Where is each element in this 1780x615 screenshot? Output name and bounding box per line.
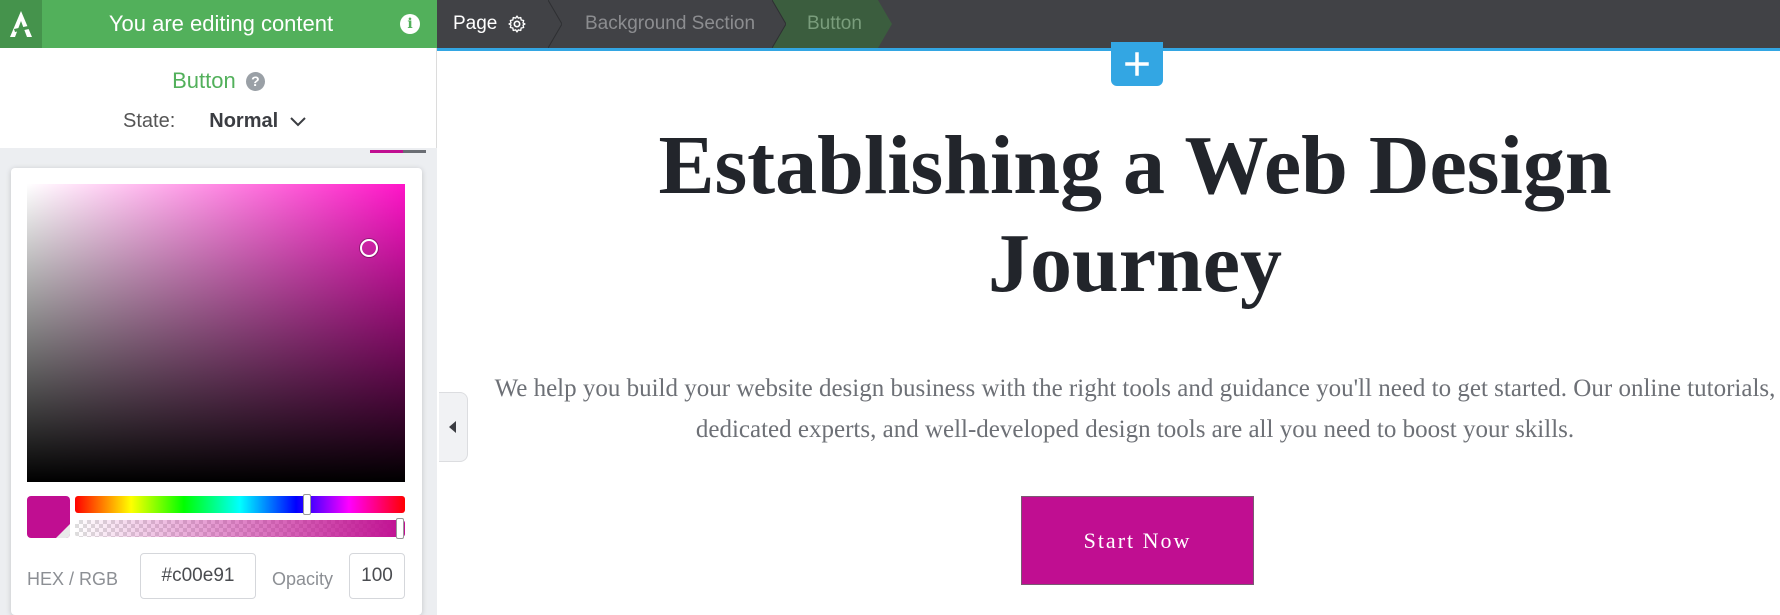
- breadcrumb-separator: [772, 0, 786, 48]
- opacity-input[interactable]: 100: [349, 553, 405, 599]
- breadcrumb-background-section[interactable]: Background Section: [548, 0, 786, 48]
- hue-slider[interactable]: [75, 496, 405, 513]
- panel-tab-indicator: [370, 150, 426, 153]
- opacity-label: Opacity: [272, 569, 334, 589]
- state-label: State:: [123, 110, 176, 132]
- state-selector[interactable]: State: Normal: [123, 110, 306, 133]
- breadcrumb-page-label: Page: [453, 13, 498, 34]
- alpha-slider-handle[interactable]: [396, 518, 404, 539]
- breadcrumb-button[interactable]: Button: [772, 0, 892, 48]
- panel-title-text: Button: [172, 68, 236, 93]
- plus-icon: [1125, 52, 1149, 76]
- breadcrumb-page[interactable]: Page: [437, 0, 562, 48]
- hex-input[interactable]: #c00e91: [140, 553, 256, 599]
- breadcrumb-separator: [878, 0, 892, 48]
- hero-subtext[interactable]: We help you build your website design bu…: [490, 368, 1780, 450]
- info-icon[interactable]: i: [400, 14, 420, 34]
- state-value[interactable]: Normal: [209, 110, 278, 133]
- saturation-handle[interactable]: [360, 239, 378, 257]
- swatch-corner: [56, 524, 70, 538]
- toolbar-accent-line: [437, 48, 1780, 51]
- hex-rgb-label: HEX / RGB: [27, 569, 119, 589]
- settings-panel: Button ? State: Normal HEX / RGB #c00e91…: [0, 48, 437, 615]
- tab-indicator-inactive: [402, 150, 426, 153]
- app-logo[interactable]: [0, 0, 42, 48]
- breadcrumb-background-label: Background Section: [585, 13, 756, 34]
- saturation-value-area[interactable]: [27, 184, 405, 482]
- collapse-panel-button[interactable]: [439, 392, 468, 462]
- color-picker-popup: HEX / RGB #c00e91 Opacity 100: [11, 168, 422, 615]
- help-icon[interactable]: ?: [245, 72, 265, 91]
- alpha-slider[interactable]: [75, 520, 405, 537]
- color-swatch: [27, 496, 70, 538]
- logo-icon: [10, 11, 32, 37]
- breadcrumb-button-label: Button: [807, 13, 862, 34]
- caret-left-icon: [449, 421, 456, 433]
- editing-banner: You are editing content i: [0, 0, 437, 48]
- add-section-button[interactable]: [1111, 42, 1163, 86]
- hero-headline[interactable]: Establishing a Web Design Journey: [540, 117, 1730, 313]
- start-now-button[interactable]: Start Now: [1021, 496, 1254, 585]
- tab-indicator-active: [370, 150, 403, 153]
- chevron-down-icon[interactable]: [290, 116, 306, 127]
- gear-icon[interactable]: [507, 14, 527, 34]
- breadcrumb: Page Background Section Button: [437, 0, 892, 48]
- hue-slider-handle[interactable]: [303, 494, 311, 515]
- panel-title: Button ?: [0, 68, 437, 94]
- editing-label: You are editing content: [108, 11, 334, 36]
